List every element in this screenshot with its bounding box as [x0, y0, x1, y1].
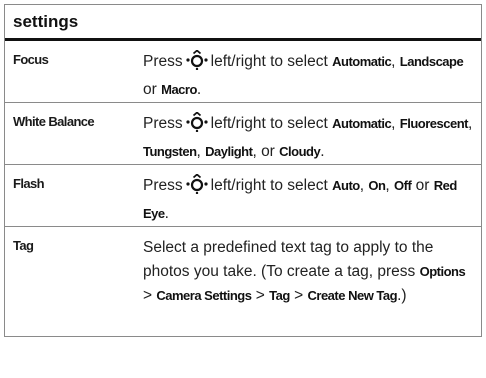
table-row-tag: Tag Select a predefined text tag to appl… — [5, 227, 481, 337]
option-auto: Auto — [332, 178, 360, 193]
option-on: On — [368, 178, 386, 193]
option-fluorescent: Fluorescent — [399, 116, 469, 131]
separator: , — [467, 115, 473, 132]
option-automatic: Automatic — [332, 54, 392, 69]
separator: , — [359, 177, 365, 194]
separator: , or — [252, 143, 275, 160]
navigation-key-icon — [186, 111, 208, 140]
desc-text: Press — [143, 177, 183, 194]
separator: > — [294, 287, 304, 304]
desc-text: Press — [143, 115, 183, 132]
desc-text: left/right to select — [210, 115, 328, 132]
separator: , — [385, 177, 390, 194]
menu-create-new-tag: Create New Tag — [307, 288, 398, 303]
option-cloudy: Cloudy — [279, 144, 321, 159]
setting-description: Press left/right to select Auto, On, Off … — [137, 165, 481, 226]
setting-name: Focus — [13, 52, 49, 67]
separator: , — [391, 53, 396, 70]
option-macro: Macro — [161, 82, 197, 97]
desc-text: left/right to select — [210, 177, 328, 194]
separator: .) — [397, 287, 407, 304]
separator: . — [196, 81, 202, 98]
setting-name: Flash — [13, 176, 45, 191]
setting-name: White Balance — [13, 114, 95, 129]
separator: , — [391, 115, 396, 132]
separator: . — [320, 143, 325, 160]
setting-name: Tag — [13, 238, 34, 253]
option-automatic: Automatic — [332, 116, 392, 131]
separator: or — [415, 177, 430, 194]
desc-text: Press — [143, 53, 183, 70]
table-row-focus: Focus Press left/right to select Automati… — [5, 41, 481, 103]
desc-text: left/right to select — [210, 53, 328, 70]
menu-camera-settings: Camera Settings — [156, 288, 252, 303]
setting-description: Select a predefined text tag to apply to… — [137, 227, 481, 336]
menu-tag: Tag — [269, 288, 290, 303]
option-landscape: Landscape — [399, 54, 464, 69]
settings-table: settings Focus Press left/right to select… — [4, 4, 482, 337]
setting-description: Press left/right to select Automatic, Flu… — [137, 103, 481, 164]
separator: . — [164, 205, 169, 222]
key-options: Options — [419, 264, 466, 279]
option-daylight: Daylight — [205, 144, 253, 159]
option-off: Off — [394, 178, 412, 193]
option-tungsten: Tungsten — [143, 144, 197, 159]
table-row-flash: Flash Press left/right to select Auto, On… — [5, 165, 481, 227]
table-row-white-balance: White Balance Press left/right to select … — [5, 103, 481, 165]
navigation-key-icon — [186, 173, 208, 202]
separator: > — [143, 287, 153, 304]
setting-description: Press left/right to select Automatic, Lan… — [137, 41, 481, 102]
separator: or — [143, 81, 157, 98]
separator: , — [196, 143, 201, 160]
desc-text: Select a predefined text tag to apply to… — [143, 239, 434, 280]
navigation-key-icon — [186, 49, 208, 78]
table-header: settings — [5, 4, 481, 41]
separator: > — [255, 287, 265, 304]
